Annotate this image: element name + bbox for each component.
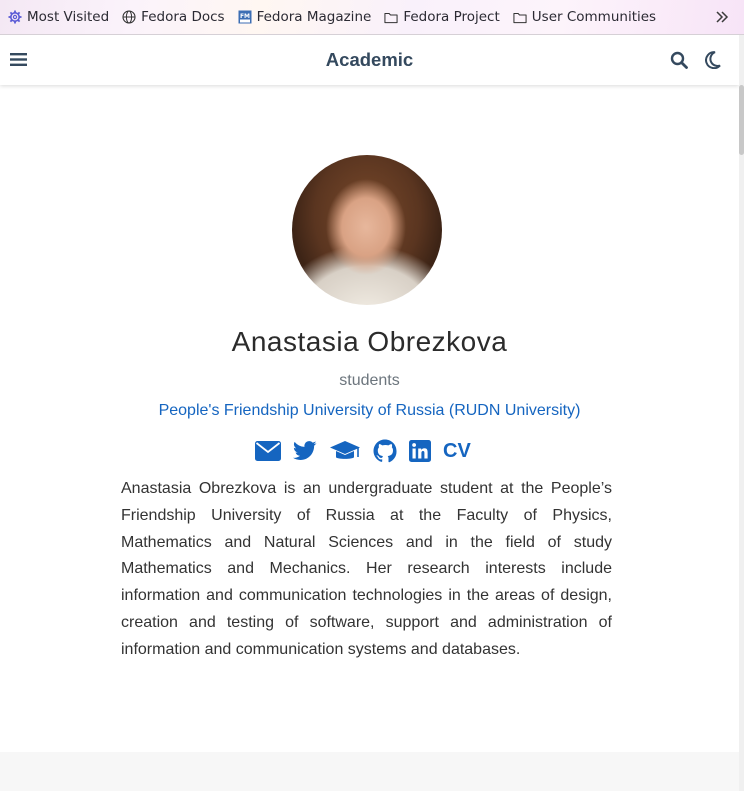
folder-icon: [384, 10, 398, 24]
bookmark-most-visited[interactable]: Most Visited: [8, 9, 109, 25]
bookmark-fedora-project[interactable]: Fedora Project: [384, 9, 500, 25]
scrollbar[interactable]: [739, 35, 744, 791]
folder-icon: [513, 10, 527, 24]
profile-organization-link[interactable]: People's Friendship University of Russia…: [0, 402, 739, 420]
profile-role: students: [339, 372, 400, 389]
twitter-icon[interactable]: [293, 441, 317, 461]
bookmark-fedora-docs[interactable]: Fedora Docs: [122, 9, 225, 25]
bookmark-label: Most Visited: [27, 9, 110, 25]
site-navbar: Academic: [0, 35, 739, 85]
footer-strip: [0, 752, 739, 791]
profile-name: Anastasia Obrezkova: [231, 326, 508, 357]
social-links: CV: [255, 437, 483, 465]
search-icon[interactable]: [670, 51, 688, 69]
avatar: [292, 155, 442, 305]
moon-icon[interactable]: [705, 51, 721, 70]
svg-text:FM: FM: [240, 13, 250, 20]
fedora-magazine-icon: FM: [238, 10, 252, 24]
scrollbar-thumb[interactable]: [739, 85, 744, 155]
gear-icon: [8, 10, 22, 24]
hamburger-icon[interactable]: [10, 52, 27, 67]
bookmark-user-communities[interactable]: User Communities: [513, 9, 656, 25]
page-content: Academic Anastasia Obrezkova students Pe…: [0, 35, 739, 791]
globe-icon: [122, 10, 136, 24]
linkedin-icon[interactable]: [409, 440, 431, 462]
profile-bio: Anastasia Obrezkova is an undergraduate …: [121, 480, 612, 658]
bookmark-label: User Communities: [531, 9, 657, 25]
chevron-double-right-icon[interactable]: [714, 9, 730, 25]
site-title[interactable]: Academic: [326, 49, 413, 71]
graduation-cap-icon[interactable]: [329, 440, 361, 462]
bookmark-label: Fedora Project: [403, 9, 500, 25]
bookmark-label: Fedora Magazine: [256, 9, 372, 25]
bookmark-fedora-magazine[interactable]: FM Fedora Magazine: [238, 9, 372, 25]
cv-icon[interactable]: CV: [443, 440, 471, 463]
github-icon[interactable]: [373, 439, 397, 463]
bookmarks-toolbar: Most Visited Fedora Docs FM Fedora Magaz…: [0, 0, 744, 35]
bookmark-label: Fedora Docs: [141, 9, 225, 25]
envelope-icon[interactable]: [255, 441, 281, 461]
